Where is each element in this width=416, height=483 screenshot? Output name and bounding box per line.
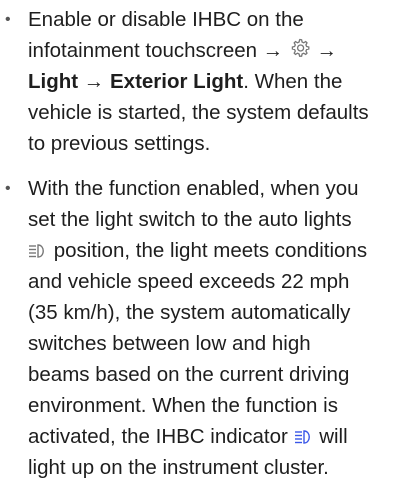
arrow: → (83, 70, 105, 93)
menu-path-light: Light (28, 70, 79, 93)
document-body: • Enable or disable IHBC on the infotain… (0, 0, 416, 483)
text-line: infotainment touchscreen → → (28, 35, 412, 66)
text-fragment: position, the light meets conditions (48, 239, 368, 262)
text-line: environment. When the function is (28, 394, 338, 417)
text-line: and vehicle speed exceeds 22 mph (28, 270, 350, 293)
auto-high-beam-icon (28, 243, 48, 259)
bullet: • (5, 180, 11, 197)
arrow: → (262, 39, 284, 62)
text-line: Enable or disable IHBC on the (28, 8, 304, 31)
bullet: • (5, 11, 11, 28)
ihbc-indicator-icon (294, 429, 314, 445)
text-line: Light → Exterior Light. When the (28, 66, 412, 97)
text-fragment: activated, the IHBC indicator (28, 425, 294, 448)
text-line: to previous settings. (28, 132, 211, 155)
text-line: activated, the IHBC indicator will (28, 421, 412, 452)
text-line: switches between low and high (28, 332, 311, 355)
text-line: set the light switch to the auto lights (28, 208, 352, 231)
text-line: light up on the instrument cluster. (28, 456, 329, 479)
gear-icon (289, 37, 311, 59)
text-line: With the function enabled, when you (28, 177, 359, 200)
text-line: vehicle is started, the system defaults (28, 101, 369, 124)
text-line: position, the light meets conditions (28, 235, 412, 266)
text-fragment: infotainment touchscreen (28, 39, 258, 62)
list-item: • Enable or disable IHBC on the infotain… (0, 4, 416, 159)
list-item: • With the function enabled, when you se… (0, 173, 416, 483)
text-line: (35 km/h), the system automatically (28, 301, 351, 324)
text-fragment: . When the (243, 70, 343, 93)
text-fragment: will (313, 425, 348, 448)
arrow: → (316, 39, 338, 62)
text-line: beams based on the current driving (28, 363, 350, 386)
menu-path-exterior-light: Exterior Light (110, 70, 244, 93)
